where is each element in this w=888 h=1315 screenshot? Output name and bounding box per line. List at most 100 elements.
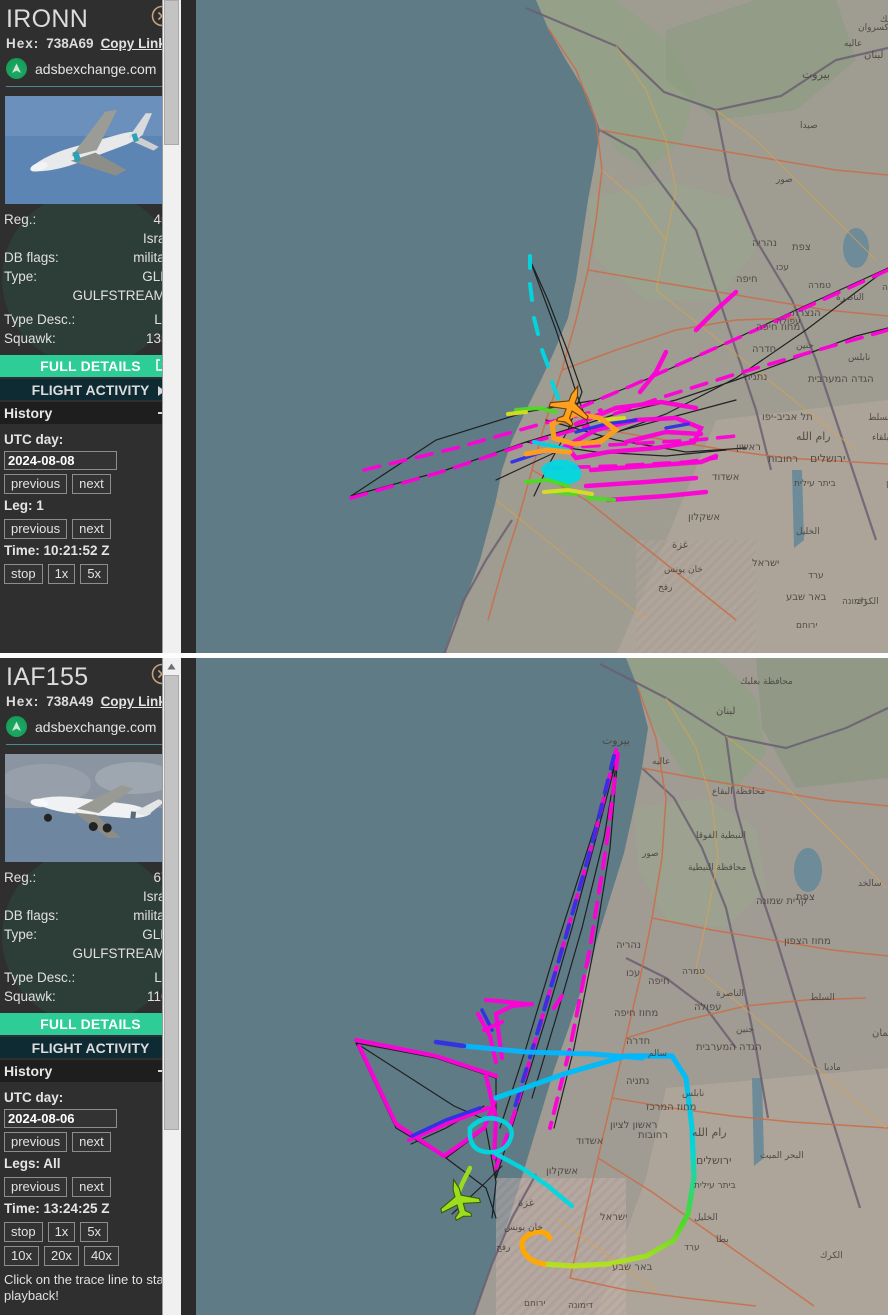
utc-day-input[interactable] — [4, 451, 117, 470]
day-next-button[interactable]: next — [72, 474, 111, 494]
row-key: DB flags: — [4, 908, 59, 923]
svg-text:טבריה: טבריה — [882, 283, 888, 293]
speed-1x-button[interactable]: 1x — [47, 564, 76, 584]
leg-nav-buttons: previous next — [4, 1177, 177, 1197]
svg-text:محافظة البقاع: محافظة البقاع — [712, 787, 766, 797]
utc-day-label: UTC day: — [4, 432, 64, 447]
day-next-button[interactable]: next — [72, 1132, 111, 1152]
copy-link-button[interactable]: Copy Link — [101, 35, 166, 52]
svg-text:الناصرة: الناصرة — [836, 293, 864, 303]
hex-value: 738A69 — [46, 36, 94, 51]
table-row: Squawk: 1160 — [4, 987, 176, 1006]
svg-text:באר שבע: באר שבע — [786, 592, 827, 603]
leg-label: Leg: 1 — [4, 498, 44, 513]
aircraft-info-sidebar-bottom: IAF155 Hex: 738A49 Copy Link adsbexchang… — [0, 658, 181, 1315]
svg-text:صيدا: صيدا — [800, 121, 818, 131]
svg-text:מחוז הצפון: מחוז הצפון — [784, 936, 831, 947]
row-key: DB flags: — [4, 250, 59, 265]
svg-text:صور: صور — [775, 175, 793, 185]
full-details-label: FULL DETAILS — [40, 1016, 141, 1032]
svg-text:נתניה: נתניה — [626, 1076, 649, 1087]
svg-text:السلط: السلط — [810, 993, 835, 1003]
svg-text:עכו: עכו — [626, 968, 640, 979]
svg-text:אשקלון: אשקלון — [688, 512, 720, 523]
scroll-up-arrow-icon[interactable] — [164, 659, 179, 674]
svg-text:الكرك: الكرك — [820, 1251, 843, 1261]
speed-40x-button[interactable]: 40x — [83, 1246, 119, 1266]
svg-text:טמרה: טמרה — [808, 281, 831, 291]
svg-text:ערד: ערד — [808, 571, 824, 581]
speed-10x-button[interactable]: 10x — [4, 1246, 39, 1266]
svg-text:جنين: جنين — [796, 341, 814, 351]
leg-nav-buttons: previous next — [4, 519, 177, 539]
svg-text:הגדה המערבית: הגדה המערבית — [808, 374, 874, 385]
svg-text:محافظة النبطية: محافظة النبطية — [688, 863, 747, 873]
copy-link-button[interactable]: Copy Link — [101, 693, 166, 710]
speed-5x-button[interactable]: 5x — [80, 564, 109, 584]
svg-text:אשדוד: אשדוד — [576, 1136, 603, 1147]
flight-panel-bottom: بيروت لبنان عاليه دمشق محافظة بعلبك محاف… — [0, 658, 888, 1315]
adsbexchange-logo-icon — [6, 58, 27, 79]
hex-label: Hex: — [6, 694, 40, 709]
svg-text:رفح: رفح — [496, 1243, 510, 1253]
aircraft-photo: Image © David Wardlaw — [5, 96, 176, 204]
leg-next-button[interactable]: next — [72, 1177, 111, 1197]
svg-text:צפת: צפת — [796, 892, 815, 903]
svg-text:غزة: غزة — [518, 1198, 534, 1209]
svg-text:ירושלים: ירושלים — [810, 452, 845, 465]
aircraft-data-rows: Reg.: 452 Israel DB flags: military Type… — [0, 204, 181, 352]
flight-activity-button[interactable]: FLIGHT ACTIVITY — [0, 379, 181, 400]
history-section-header[interactable]: History — [0, 402, 181, 424]
leg-next-button[interactable]: next — [72, 519, 111, 539]
svg-text:محافظة كسروان: محافظة كسروان — [858, 23, 888, 33]
svg-text:אשדוד: אשדוד — [712, 472, 739, 483]
utc-day-input[interactable] — [4, 1109, 117, 1128]
stop-button[interactable]: stop — [4, 564, 43, 584]
svg-text:السلط: السلط — [868, 413, 888, 423]
row-value: Israel — [142, 889, 176, 904]
svg-text:صور: صور — [641, 849, 659, 859]
stop-button[interactable]: stop — [4, 1222, 43, 1242]
map-bottom[interactable]: بيروت لبنان عاليه دمشق محافظة بعلبك محاف… — [196, 658, 888, 1315]
full-details-button[interactable]: FULL DETAILS — [0, 1013, 181, 1035]
svg-text:מחוז חיפה: מחוז חיפה — [614, 1008, 658, 1019]
svg-text:الكرك: الكرك — [856, 597, 879, 607]
playback-speed-buttons-extra: 10x 20x 40x — [4, 1246, 177, 1266]
svg-text:لبنان: لبنان — [716, 706, 735, 717]
day-previous-button[interactable]: previous — [4, 1132, 68, 1152]
row-key: Type: — [4, 927, 38, 942]
speed-1x-button[interactable]: 1x — [47, 1222, 76, 1242]
history-section-header[interactable]: History — [0, 1060, 181, 1082]
speed-5x-button[interactable]: 5x — [80, 1222, 109, 1242]
aircraft-data-rows: Reg.: 676 Israel DB flags: military Type… — [0, 862, 181, 1010]
flight-activity-button[interactable]: FLIGHT ACTIVITY — [0, 1037, 181, 1058]
svg-text:צפת: צפת — [792, 242, 811, 253]
panel-header: IAF155 Hex: 738A49 Copy Link adsbexchang… — [0, 658, 181, 745]
time-label: Time: 10:21:52 Z — [4, 543, 110, 558]
sidebar-scrollbar[interactable] — [162, 0, 181, 655]
svg-text:באר שבע: באר שבע — [612, 1262, 653, 1273]
full-details-button[interactable]: FULL DETAILS — [0, 355, 181, 377]
svg-text:نابلس: نابلس — [682, 1089, 704, 1099]
row-value: Israel — [142, 231, 176, 246]
leg-previous-button[interactable]: previous — [4, 1177, 68, 1197]
svg-text:لبنان: لبنان — [864, 50, 883, 61]
speed-20x-button[interactable]: 20x — [43, 1246, 79, 1266]
svg-text:רחובות: רחובות — [768, 454, 798, 465]
table-row: DB flags: military — [4, 906, 176, 925]
scrollbar-thumb[interactable] — [164, 0, 179, 145]
svg-text:ירוחם: ירוחם — [524, 1299, 545, 1309]
day-previous-button[interactable]: previous — [4, 474, 68, 494]
svg-text:عمان: عمان — [872, 1028, 888, 1039]
sidebar-scrollbar[interactable] — [162, 658, 181, 1315]
svg-text:דימונה: דימונה — [568, 1301, 593, 1311]
leg-previous-button[interactable]: previous — [4, 519, 68, 539]
svg-text:رام الله: رام الله — [692, 1126, 727, 1139]
svg-text:بطا: بطا — [716, 1235, 729, 1245]
brand-name: adsbexchange.com — [35, 60, 157, 77]
scrollbar-thumb[interactable] — [164, 675, 179, 1130]
flight-activity-label: FLIGHT ACTIVITY — [31, 1039, 150, 1056]
callsign: IAF155 — [6, 663, 89, 691]
map-top[interactable]: بيروت لبنان دمشق عاليه صيدا صور بعلبك مح… — [196, 0, 888, 655]
svg-text:البحر الميت: البحر الميت — [760, 1151, 804, 1161]
